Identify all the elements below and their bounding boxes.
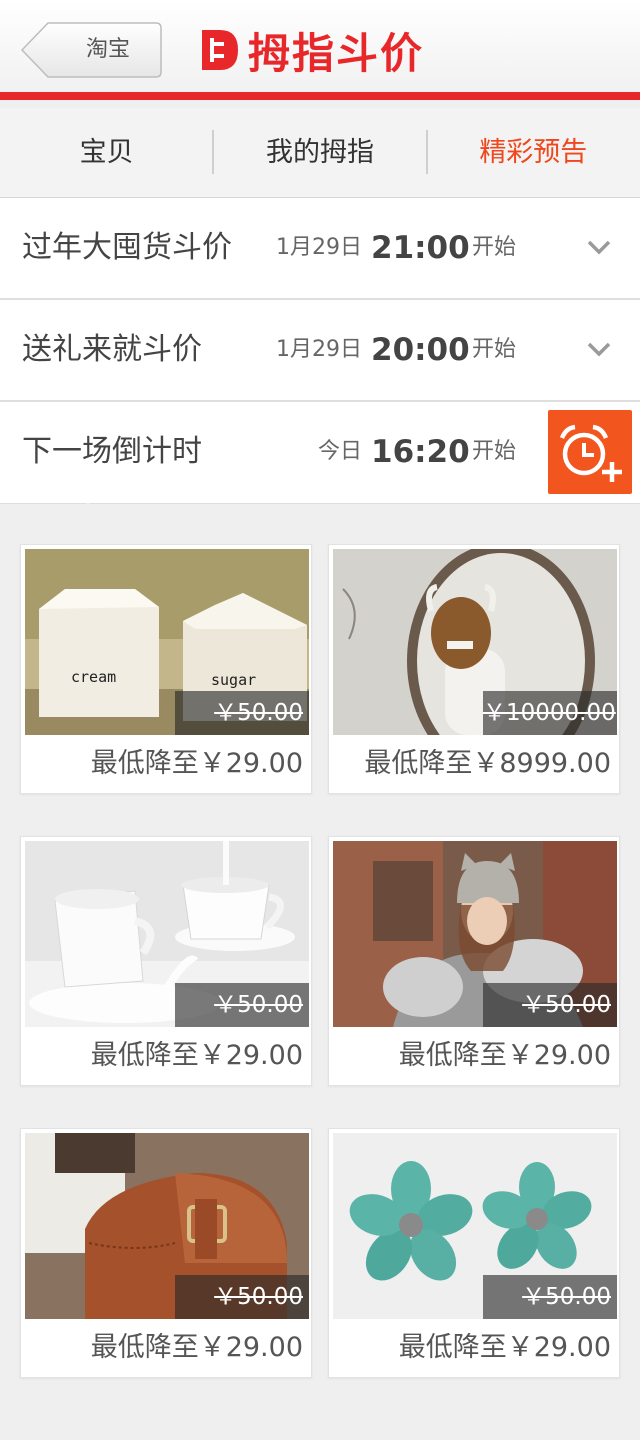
lowest-price: 最低降至￥29.00 (90, 1332, 303, 1363)
tab-divider (212, 130, 214, 174)
countdown-time: 16:20 (371, 434, 470, 470)
back-button-label: 淘宝 (85, 37, 130, 62)
schedule-title: 过年大囤货斗价 (22, 230, 232, 265)
countdown-row: 下一场倒计时 今日 16:20 开始 (0, 402, 640, 514)
product-image: ￥50.00 (333, 841, 617, 1027)
product-card[interactable]: ￥50.00 最低降至￥29.00 (328, 836, 620, 1086)
alarm-add-icon (559, 424, 622, 482)
product-card[interactable]: ￥50.00 最低降至￥29.00 (20, 1128, 312, 1378)
chevron-down-icon[interactable] (586, 234, 612, 260)
alarm-add-button[interactable] (548, 410, 632, 494)
product-card[interactable]: ￥10000.00 最低降至￥8999.00 (328, 544, 620, 794)
lowest-price: 最低降至￥29.00 (90, 748, 303, 779)
lowest-price: 最低降至￥29.00 (398, 1332, 611, 1363)
logo-text: 拇指斗价 (248, 28, 425, 78)
product-image: ￥50.00 (25, 841, 309, 1027)
product-image: ￥50.00 (25, 1133, 309, 1319)
schedule-row[interactable]: 送礼来就斗价 1月29日 20:00 开始 (0, 300, 640, 402)
original-price: ￥50.00 (483, 1275, 617, 1319)
original-price: ￥50.00 (175, 983, 309, 1027)
original-price: ￥50.00 (175, 691, 309, 735)
tab-my-thumb[interactable]: 我的拇指 (213, 108, 426, 197)
app-logo: 拇指斗价 (198, 22, 424, 78)
tab-bar: 宝贝 我的拇指 精彩预告 (0, 108, 640, 198)
back-button[interactable]: 淘宝 (20, 22, 162, 78)
tab-items[interactable]: 宝贝 (0, 108, 213, 197)
original-price: ￥50.00 (483, 983, 617, 1027)
countdown-title: 下一场倒计时 (22, 434, 202, 469)
schedule-time: 21:00 (371, 230, 470, 266)
schedule-date: 1月29日 (276, 337, 362, 362)
lowest-price: 最低降至￥8999.00 (364, 748, 611, 779)
lowest-price: 最低降至￥29.00 (90, 1040, 303, 1071)
tab-divider (426, 130, 428, 174)
schedule-date: 1月29日 (276, 235, 362, 260)
schedule-start-label: 开始 (472, 235, 517, 260)
product-image: ￥50.00 (333, 1133, 617, 1319)
schedule-title: 送礼来就斗价 (22, 332, 202, 367)
product-card[interactable]: cream sugar ￥50.00 最低降至￥29.00 (20, 544, 312, 794)
svg-text:cream: cream (71, 668, 116, 686)
original-price: ￥10000.00 (483, 691, 617, 735)
svg-text:sugar: sugar (211, 671, 256, 689)
schedule-start-label: 开始 (472, 337, 517, 362)
schedule-time: 20:00 (371, 332, 470, 368)
product-image: cream sugar ￥50.00 (25, 549, 309, 735)
chevron-down-icon[interactable] (586, 336, 612, 362)
countdown-date: 今日 (318, 439, 363, 464)
original-price: ￥50.00 (175, 1275, 309, 1319)
product-image: ￥10000.00 (333, 549, 617, 735)
top-header: 淘宝 拇指斗价 (0, 0, 640, 100)
product-card[interactable]: ￥50.00 最低降至￥29.00 (328, 1128, 620, 1378)
lowest-price: 最低降至￥29.00 (398, 1040, 611, 1071)
logo-d-icon (198, 26, 242, 74)
tab-preview[interactable]: 精彩预告 (427, 108, 640, 197)
product-card[interactable]: ￥50.00 最低降至￥29.00 (20, 836, 312, 1086)
tab-pointer (76, 502, 100, 514)
countdown-start-label: 开始 (472, 439, 517, 464)
schedule-row[interactable]: 过年大囤货斗价 1月29日 21:00 开始 (0, 198, 640, 300)
